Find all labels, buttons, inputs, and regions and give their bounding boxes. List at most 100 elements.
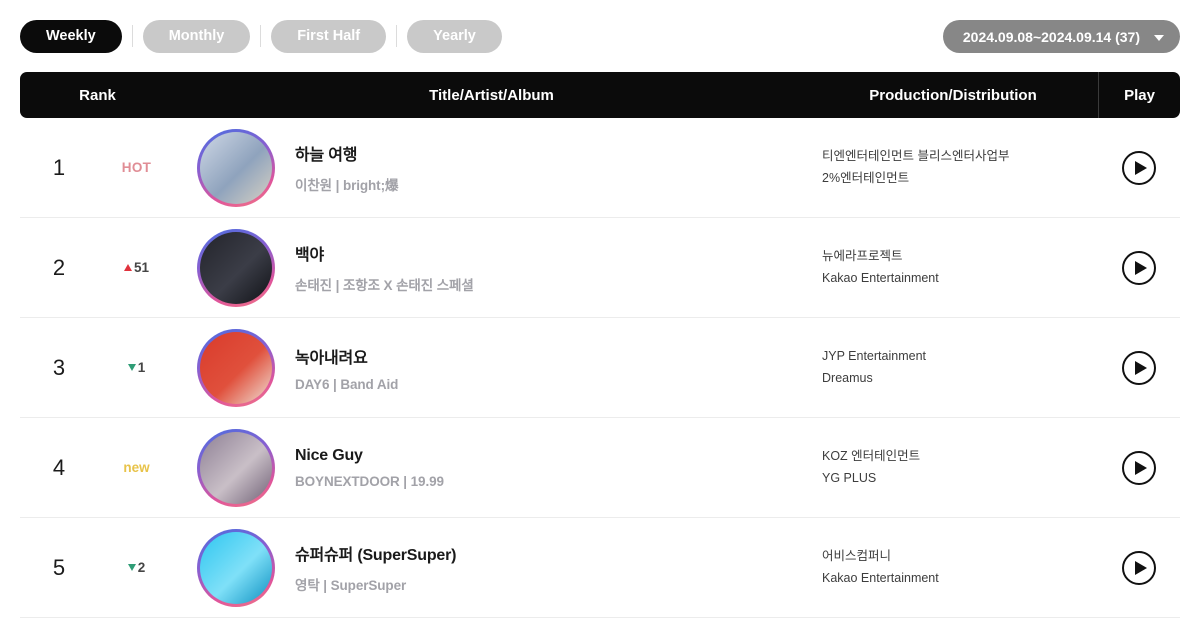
song-title[interactable]: 슈퍼슈퍼 (SuperSuper) bbox=[295, 541, 456, 565]
date-range-label: 2024.09.08~2024.09.14 (37) bbox=[962, 28, 1140, 45]
production-cell: JYP Entertainment Dreamus bbox=[808, 346, 1098, 390]
production-cell: 어비스컴퍼니 Kakao Entertainment bbox=[808, 546, 1098, 590]
play-button[interactable] bbox=[1122, 250, 1156, 285]
production-cell: KOZ 엔터테인먼트 YG PLUS bbox=[808, 446, 1098, 490]
artist-album[interactable]: 손태진 | 조항조 X 손태진 스페셜 bbox=[295, 274, 474, 294]
rank-cell: 1 HOT bbox=[20, 155, 175, 181]
table-header-row: Rank Title/Artist/Album Production/Distr… bbox=[20, 72, 1180, 118]
title-cell: 백야손태진 | 조항조 X 손태진 스페셜 bbox=[175, 228, 808, 307]
rank-change-up: 51 bbox=[98, 260, 175, 275]
play-cell bbox=[1098, 250, 1180, 285]
production-company: KOZ 엔터테인먼트 bbox=[822, 448, 921, 463]
album-art[interactable] bbox=[200, 231, 272, 304]
production-cell: 티엔엔터테인먼트 블리스엔터사업부 2%엔터테인먼트 bbox=[808, 146, 1098, 190]
date-range-selector[interactable]: 2024.09.08~2024.09.14 (37) bbox=[942, 20, 1180, 53]
rank-cell: 4 new bbox=[20, 455, 175, 481]
track-meta: 하늘 여행이찬원 | bright;爆 bbox=[295, 141, 398, 194]
tab-yearly[interactable]: Yearly bbox=[407, 19, 502, 53]
play-cell bbox=[1098, 350, 1180, 385]
play-icon bbox=[1134, 560, 1147, 575]
arrow-down-icon bbox=[127, 564, 136, 571]
artist-album[interactable]: 이찬원 | bright;爆 bbox=[295, 174, 398, 194]
album-art-ring bbox=[197, 528, 275, 607]
production-company: JYP Entertainment bbox=[822, 348, 926, 363]
play-icon bbox=[1134, 460, 1147, 475]
song-title[interactable]: 백야 bbox=[295, 241, 474, 265]
play-cell bbox=[1098, 550, 1180, 585]
album-art-ring bbox=[197, 328, 275, 407]
arrow-down-icon bbox=[127, 364, 136, 371]
tab-weekly[interactable]: Weekly bbox=[20, 19, 122, 53]
artist-album[interactable]: 영탁 | SuperSuper bbox=[295, 574, 456, 594]
rank-number: 5 bbox=[52, 554, 66, 580]
production-company: 티엔엔터테인먼트 블리스엔터사업부 bbox=[822, 148, 1010, 163]
production-cell: 뉴에라프로젝트 Kakao Entertainment bbox=[808, 246, 1098, 290]
play-icon bbox=[1134, 160, 1147, 175]
track-meta: 백야손태진 | 조항조 X 손태진 스페셜 bbox=[295, 241, 474, 294]
play-icon bbox=[1134, 360, 1147, 375]
production-company: 뉴에라프로젝트 bbox=[822, 248, 903, 263]
rank-change-value: 51 bbox=[133, 260, 150, 275]
distribution-company: 2%엔터테인먼트 bbox=[822, 170, 910, 185]
rank-change-value: 1 bbox=[137, 360, 146, 375]
table-row[interactable]: 2 51 백야손태진 | 조항조 X 손태진 스페셜 뉴에라프로젝트 Kakao Ent… bbox=[20, 218, 1180, 318]
tab-first-half[interactable]: First Half bbox=[271, 19, 387, 53]
play-button[interactable] bbox=[1122, 450, 1156, 485]
album-art[interactable] bbox=[200, 531, 272, 604]
period-tabs: Weekly Monthly First Half Yearly bbox=[20, 19, 502, 53]
column-header-title: Title/Artist/Album bbox=[429, 86, 554, 104]
rank-cell: 2 51 bbox=[20, 255, 175, 281]
arrow-up-icon bbox=[123, 264, 132, 271]
album-art[interactable] bbox=[200, 431, 272, 504]
song-title[interactable]: Nice Guy bbox=[295, 447, 444, 465]
album-art-ring bbox=[197, 128, 275, 207]
song-title[interactable]: 하늘 여행 bbox=[295, 141, 398, 165]
distribution-company: Kakao Entertainment bbox=[822, 570, 939, 585]
rank-number: 4 bbox=[52, 454, 66, 480]
title-cell: 하늘 여행이찬원 | bright;爆 bbox=[175, 128, 808, 207]
rank-change-down: 1 bbox=[98, 360, 175, 375]
rank-number: 3 bbox=[52, 354, 66, 380]
rank-cell: 52 bbox=[20, 555, 175, 581]
table-row[interactable]: 5 2 슈퍼슈퍼 (SuperSuper) 영탁 | SuperSuper 어비스컴퍼니… bbox=[20, 518, 1180, 618]
track-meta: 녹아내려요 DAY6 | Band Aid bbox=[295, 344, 398, 392]
table-row[interactable]: 3 1 녹아내려요 DAY6 | Band Aid JYP Entertainment D… bbox=[20, 318, 1180, 418]
title-cell: 슈퍼슈퍼 (SuperSuper) 영탁 | SuperSuper bbox=[175, 528, 808, 607]
distribution-company: Dreamus bbox=[822, 370, 873, 385]
top-toolbar: Weekly Monthly First Half Yearly 2024.09.08… bbox=[0, 0, 1200, 72]
tab-monthly[interactable]: Monthly bbox=[142, 19, 251, 53]
play-icon bbox=[1134, 260, 1147, 275]
track-meta: 슈퍼슈퍼 (SuperSuper) 영탁 | SuperSuper bbox=[295, 541, 456, 594]
play-cell bbox=[1098, 450, 1180, 485]
play-button[interactable] bbox=[1122, 150, 1156, 185]
track-meta: Nice Guy BOYNEXTDOOR | 19.99 bbox=[295, 447, 444, 489]
new-badge: new bbox=[123, 460, 150, 475]
hot-badge: HOT bbox=[121, 160, 152, 175]
album-art-ring bbox=[197, 428, 275, 507]
album-art-ring bbox=[197, 228, 275, 307]
chart-table: Rank Title/Artist/Album Production/Distr… bbox=[0, 72, 1200, 618]
title-cell: Nice Guy BOYNEXTDOOR | 19.99 bbox=[175, 428, 808, 507]
artist-album[interactable]: DAY6 | Band Aid bbox=[295, 377, 398, 392]
column-header-rank: Rank bbox=[79, 86, 116, 104]
table-row[interactable]: 1 HOT 하늘 여행이찬원 | bright;爆 티엔엔터테인먼트 블리스엔터사업부… bbox=[20, 118, 1180, 218]
play-button[interactable] bbox=[1122, 350, 1156, 385]
chevron-down-icon bbox=[1154, 34, 1164, 41]
play-cell bbox=[1098, 150, 1180, 185]
table-body: 1 HOT 하늘 여행이찬원 | bright;爆 티엔엔터테인먼트 블리스엔터사업부… bbox=[20, 118, 1180, 618]
column-header-production: Production/Distribution bbox=[869, 86, 1037, 104]
distribution-company: Kakao Entertainment bbox=[822, 270, 939, 285]
tab-divider bbox=[131, 25, 133, 47]
artist-album[interactable]: BOYNEXTDOOR | 19.99 bbox=[295, 474, 444, 489]
column-header-play: Play bbox=[1098, 72, 1180, 118]
tab-divider bbox=[260, 25, 262, 47]
tab-divider bbox=[396, 25, 398, 47]
rank-change-down: 2 bbox=[98, 560, 175, 575]
play-button[interactable] bbox=[1122, 550, 1156, 585]
table-row[interactable]: 4 new Nice Guy BOYNEXTDOOR | 19.99 KOZ 엔터테인먼… bbox=[20, 418, 1180, 518]
song-title[interactable]: 녹아내려요 bbox=[295, 344, 398, 368]
album-art[interactable] bbox=[200, 331, 272, 404]
album-art[interactable] bbox=[200, 131, 272, 204]
rank-number: 1 bbox=[52, 154, 66, 180]
distribution-company: YG PLUS bbox=[822, 470, 877, 485]
